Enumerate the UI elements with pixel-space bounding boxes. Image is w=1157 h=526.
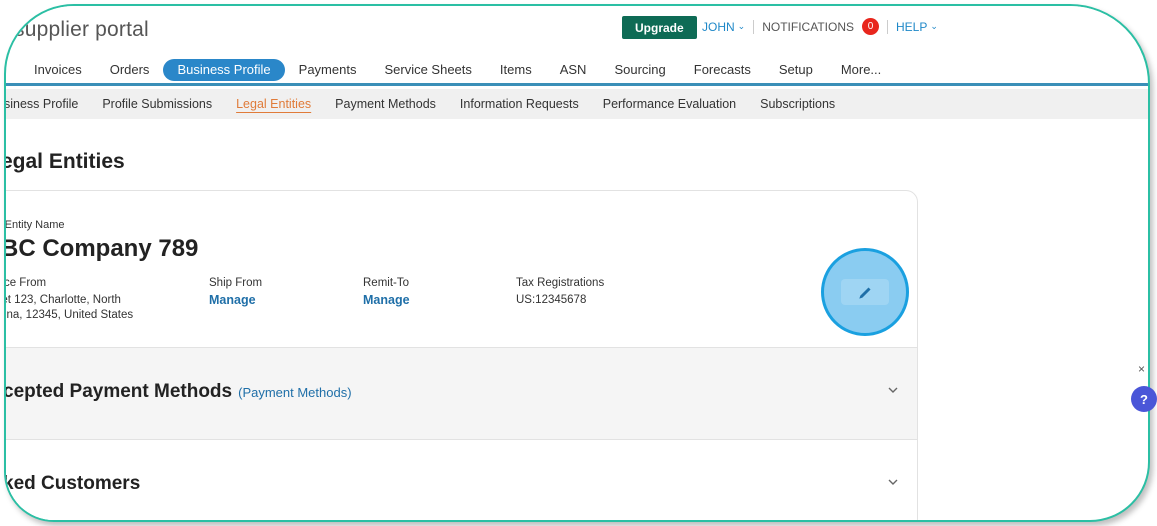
accepted-payment-methods-section[interactable]: cepted Payment Methods (Payment Methods): [4, 347, 917, 439]
top-bar: supplier portal Upgrade JOHN ⌄ NOTIFICAT…: [6, 6, 1148, 52]
section-title: cepted Payment Methods (Payment Methods): [4, 381, 352, 403]
subnav-profile-submissions[interactable]: Profile Submissions: [90, 89, 224, 119]
edit-highlight: [821, 248, 909, 336]
chevron-down-icon: ⌄: [737, 21, 746, 31]
app-window: supplier portal Upgrade JOHN ⌄ NOTIFICAT…: [4, 4, 1150, 522]
nav-setup[interactable]: Setup: [765, 59, 827, 81]
app-logo: supplier portal: [14, 18, 149, 41]
payment-methods-title: cepted Payment Methods: [4, 381, 233, 402]
invoice-from-block: oice From eet 123, Charlotte, North olin…: [4, 276, 134, 323]
customers-title: ked Customers: [4, 473, 141, 494]
tax-registrations-value: US:12345678: [516, 294, 587, 306]
remit-to-block: Remit-To Manage: [363, 276, 410, 308]
upgrade-button[interactable]: Upgrade: [622, 16, 697, 39]
top-right-menu: JOHN ⌄ NOTIFICATIONS 0 HELP ⌄: [702, 18, 938, 35]
help-menu[interactable]: HELP ⌄: [896, 20, 938, 34]
subnav-business-profile[interactable]: siness Profile: [6, 89, 90, 119]
nav-service-sheets[interactable]: Service Sheets: [370, 59, 485, 81]
payment-methods-link[interactable]: (Payment Methods): [238, 385, 351, 400]
subnav-performance-evaluation[interactable]: Performance Evaluation: [591, 89, 748, 119]
notifications-menu[interactable]: NOTIFICATIONS 0: [762, 18, 879, 35]
nav-more[interactable]: More...: [827, 59, 895, 81]
help-label: HELP: [896, 19, 928, 34]
invoice-from-address-line2: olina, 12345, United States: [4, 309, 134, 321]
help-bubble-icon[interactable]: ?: [1131, 386, 1157, 412]
nav-asn[interactable]: ASN: [546, 59, 601, 81]
divider: [753, 19, 755, 34]
edit-entity-button[interactable]: [841, 279, 889, 305]
user-label: JOHN: [702, 19, 735, 34]
nav-payments[interactable]: Payments: [285, 59, 371, 81]
user-menu[interactable]: JOHN ⌄: [702, 20, 745, 34]
main-nav: Invoices Orders Business Profile Payment…: [6, 56, 1148, 86]
chevron-down-icon[interactable]: [887, 476, 899, 488]
chevron-down-icon[interactable]: [887, 384, 899, 396]
subnav-payment-methods[interactable]: Payment Methods: [323, 89, 448, 119]
nav-business-profile[interactable]: Business Profile: [163, 58, 285, 81]
invoice-from-address-line1: eet 123, Charlotte, North: [4, 294, 121, 306]
notifications-badge: 0: [862, 18, 879, 35]
ship-from-block: Ship From Manage: [209, 276, 262, 308]
subnav-legal-entities[interactable]: Legal Entities: [224, 89, 323, 119]
nav-sourcing[interactable]: Sourcing: [600, 59, 679, 81]
ship-from-manage-link[interactable]: Manage: [209, 293, 262, 308]
divider: [887, 19, 888, 34]
linked-customers-section[interactable]: ked Customers: [4, 439, 917, 520]
pencil-icon: [859, 287, 871, 299]
notifications-label: NOTIFICATIONS: [762, 19, 854, 34]
nav-invoices[interactable]: Invoices: [20, 59, 96, 81]
chevron-down-icon: ⌄: [930, 21, 938, 31]
page-title: egal Entities: [4, 150, 125, 173]
nav-orders[interactable]: Orders: [96, 59, 164, 81]
subnav-information-requests[interactable]: Information Requests: [448, 89, 591, 119]
sub-nav: siness Profile Profile Submissions Legal…: [6, 89, 1148, 119]
remit-to-manage-link[interactable]: Manage: [363, 293, 410, 308]
subnav-subscriptions[interactable]: Subscriptions: [748, 89, 847, 119]
tax-registrations-label: Tax Registrations: [516, 277, 605, 289]
ship-from-label: Ship From: [209, 277, 263, 289]
close-icon[interactable]: ×: [1138, 362, 1145, 376]
legal-entity-card: al Entity Name BC Company 789 oice From …: [4, 190, 918, 520]
nav-forecasts[interactable]: Forecasts: [680, 59, 765, 81]
nav-items[interactable]: Items: [486, 59, 546, 81]
invoice-from-label: oice From: [4, 277, 47, 289]
remit-to-label: Remit-To: [363, 277, 410, 289]
tax-registrations-block: Tax Registrations US:12345678: [516, 276, 604, 308]
entity-name-label: al Entity Name: [4, 219, 65, 231]
entity-name: BC Company 789: [4, 235, 199, 262]
